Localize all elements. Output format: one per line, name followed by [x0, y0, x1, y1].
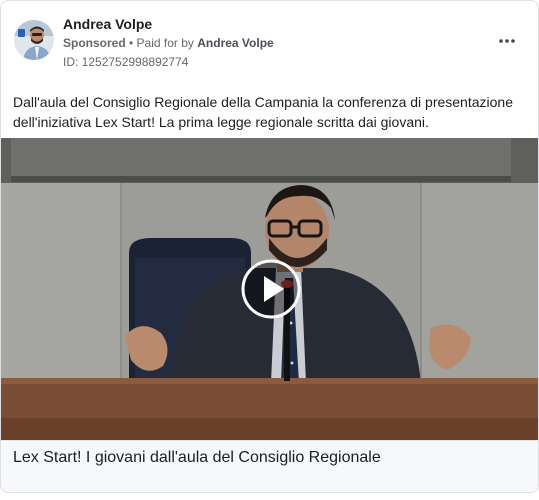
avatar[interactable]: [14, 20, 54, 60]
sponsored-label: Sponsored: [63, 36, 126, 50]
more-options-button[interactable]: [496, 31, 518, 51]
post-header: Andrea Volpe Sponsored • Paid for by And…: [1, 1, 538, 81]
post-body-text: Dall'aula del Consiglio Regionale della …: [13, 94, 513, 130]
sponsored-line: Sponsored • Paid for by Andrea Volpe: [63, 36, 274, 50]
separator: •: [125, 36, 137, 50]
play-button[interactable]: [241, 259, 301, 319]
ad-card: Andrea Volpe Sponsored • Paid for by And…: [0, 0, 539, 493]
author-name[interactable]: Andrea Volpe: [63, 16, 152, 32]
video-caption[interactable]: Lex Start! I giovani dall'aula del Consi…: [13, 449, 381, 467]
paid-for-prefix: Paid for by: [136, 36, 198, 50]
payer-name: Andrea Volpe: [197, 36, 274, 50]
play-icon: [241, 259, 301, 319]
ad-id: ID: 1252752998892774: [63, 55, 189, 69]
more-options-icon: [499, 39, 515, 43]
